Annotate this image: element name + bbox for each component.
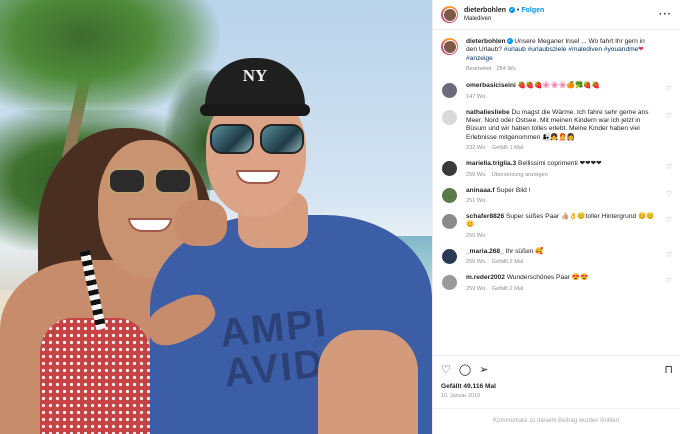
comment-username[interactable]: omerbasiciseini (466, 82, 516, 89)
photo-man-cap-brim (200, 104, 310, 116)
comment-body: schafer8826 Super süßes Paar 👍🏼👌😊toller … (466, 213, 672, 239)
comment-meta: 147 Wo. (466, 94, 656, 100)
comment-avatar[interactable] (441, 108, 458, 126)
like-icon[interactable]: ♡ (441, 364, 451, 376)
comment-likes[interactable]: Gefällt 2 Mal (492, 286, 523, 292)
comment-item: aninaaa.f Super Bild ! 251 Wo. ♡ (441, 186, 672, 204)
comment-time: 147 Wo. (466, 93, 487, 100)
comment-time: 232 Wo. (466, 145, 487, 152)
comment-like-icon[interactable]: ♡ (666, 112, 672, 120)
comment-text: 🍓🍓🍓🌸🌸🌸🍊🥦🍓🍓 (515, 82, 600, 90)
comments-list[interactable]: dieterbohlen ✔ Unsere Meganer Insel ... W… (433, 30, 680, 350)
post-photo[interactable]: AMPI AVID NY (0, 0, 432, 434)
author-username[interactable]: dieterbohlen (464, 7, 506, 14)
comment-like-icon[interactable]: ♡ (666, 251, 672, 259)
comment-text: Wunderschönes Paar 😍😍 (504, 274, 589, 282)
comment-time: 256 Wo. (466, 232, 487, 239)
photo-bikini (40, 318, 150, 434)
comment-meta: 259 Wo. Gefällt 2 Mal (466, 286, 656, 292)
comment-body: mariella.triglia.3 Bellissimi coprimenti… (466, 160, 672, 177)
comment-username[interactable]: nathaliesliebe (466, 109, 510, 116)
caption-username[interactable]: dieterbohlen (466, 38, 506, 45)
comment-item: nathaliesliebe Du magst die Wärme. Ich f… (441, 108, 672, 152)
comment-meta: 232 Wo. Gefällt 1 Mal (466, 145, 656, 151)
comments-limited-notice: Kommentare zu diesem Beitrag wurden limi… (433, 408, 680, 434)
comment-username[interactable]: mariella.triglia.3 (466, 160, 516, 167)
comment-meta: 251 Wo. (466, 198, 656, 204)
caption-hashtag-anzeige[interactable]: #anzeige (466, 55, 493, 62)
comment-time: 251 Wo. (466, 198, 487, 205)
comment-time: 250 Wo. (466, 171, 487, 178)
caption-meta: Bearbeitet · 284 Wo. (466, 66, 518, 73)
comment-icon[interactable]: ◯ (459, 364, 471, 376)
comment-meta: 256 Wo. Gefällt 2 Mal (466, 259, 656, 265)
save-icon[interactable]: ⊓ (664, 364, 673, 376)
comment-item: mariella.triglia.3 Bellissimi coprimenti… (441, 160, 672, 178)
caption-hashtags[interactable]: #urlaub #urlaubsziele #malediven #youand… (504, 46, 639, 53)
comment-time: 256 Wo. (466, 259, 487, 266)
comment-avatar[interactable] (441, 274, 458, 292)
author-avatar[interactable] (441, 6, 458, 23)
comment-time: 259 Wo. (466, 285, 487, 292)
photo-man-arm (318, 330, 418, 434)
photo-cap-logo: NY (242, 66, 268, 85)
post-header: dieterbohlen ✔ • Folgen Malediven ··· (433, 0, 680, 30)
more-options-icon[interactable]: ··· (659, 9, 672, 20)
comment-likes[interactable]: Gefällt 2 Mal (492, 259, 523, 265)
comment-like-icon[interactable]: ♡ (666, 85, 672, 93)
comment-text: Super Bild ! (494, 186, 531, 194)
comment-text: Bellissimi coprimenti ❤❤❤❤ (516, 160, 602, 168)
comment-avatar[interactable] (441, 82, 458, 100)
show-translation-link[interactable]: Übersetzung anzeigen (492, 172, 548, 178)
comment-meta: 256 Wo. (466, 233, 656, 239)
comment-item: m.reder2002 Wunderschönes Paar 😍😍 259 Wo… (441, 274, 672, 292)
follow-button[interactable]: Folgen (521, 7, 544, 14)
comment-avatar[interactable] (441, 247, 458, 265)
likes-count[interactable]: Gefällt 49.116 Mal (441, 383, 673, 390)
comment-username[interactable]: _maria.268_ (466, 248, 504, 255)
action-icons-row: ♡ ◯ ➢ ⊓ (441, 362, 673, 378)
instagram-post-view: AMPI AVID NY dieterbohlen ✔ • Folgen Mal… (0, 0, 680, 434)
post-location[interactable]: Malediven (464, 15, 659, 24)
comment-avatar[interactable] (441, 186, 458, 204)
comment-body: nathaliesliebe Du magst die Wärme. Ich f… (466, 109, 672, 152)
comment-like-icon[interactable]: ♡ (666, 163, 672, 171)
post-actions: ♡ ◯ ➢ ⊓ Gefällt 49.116 Mal 10. Januar 20… (433, 355, 680, 399)
comment-username[interactable]: schafer8826 (466, 213, 504, 220)
comment-meta: 250 Wo. Übersetzung anzeigen (466, 172, 656, 178)
caption-body: dieterbohlen ✔ Unsere Meganer Insel ... W… (466, 38, 672, 72)
comment-body: m.reder2002 Wunderschönes Paar 😍😍 259 Wo… (466, 274, 672, 291)
heart-emoji: ❤ (638, 46, 644, 54)
caption: dieterbohlen ✔ Unsere Meganer Insel ... W… (441, 38, 672, 72)
comment-avatar[interactable] (441, 213, 458, 231)
verified-icon: ✔ (508, 6, 515, 13)
post-header-text: dieterbohlen ✔ • Folgen Malediven (464, 6, 659, 24)
share-icon[interactable]: ➢ (479, 364, 488, 376)
comment-body: aninaaa.f Super Bild ! 251 Wo. (466, 187, 672, 204)
caption-avatar[interactable] (441, 38, 458, 55)
photo-palm-leaves (0, 0, 220, 120)
post-date: 10. Januar 2019 (441, 393, 481, 399)
comment-username[interactable]: m.reder2002 (466, 274, 505, 281)
comment-likes[interactable]: Gefällt 1 Mal (492, 145, 523, 151)
comment-username[interactable]: aninaaa.f (466, 187, 495, 194)
post-side-panel: dieterbohlen ✔ • Folgen Malediven ··· di… (432, 0, 680, 434)
comment-avatar[interactable] (441, 160, 458, 178)
comment-item: omerbasiciseini 🍓🍓🍓🌸🌸🌸🍊🥦🍓🍓 147 Wo. ♡ (441, 82, 672, 100)
comment-like-icon[interactable]: ♡ (666, 216, 672, 224)
comment-item: _maria.268_ Ihr süßen 🥰 256 Wo. Gefällt 2… (441, 247, 672, 265)
comment-like-icon[interactable]: ♡ (666, 277, 672, 285)
photo-man-sunglasses (210, 124, 306, 156)
comment-text: Ihr süßen 🥰 (503, 247, 544, 255)
photo-woman-hand-shoulder (175, 200, 227, 246)
comment-item: schafer8826 Super süßes Paar 👍🏼👌😊toller … (441, 213, 672, 239)
comment-body: omerbasiciseini 🍓🍓🍓🌸🌸🌸🍊🥦🍓🍓 147 Wo. (466, 82, 672, 99)
comment-like-icon[interactable]: ♡ (666, 190, 672, 198)
photo-woman-sunglasses (108, 168, 196, 198)
comment-body: _maria.268_ Ihr süßen 🥰 256 Wo. Gefällt 2… (466, 248, 672, 265)
